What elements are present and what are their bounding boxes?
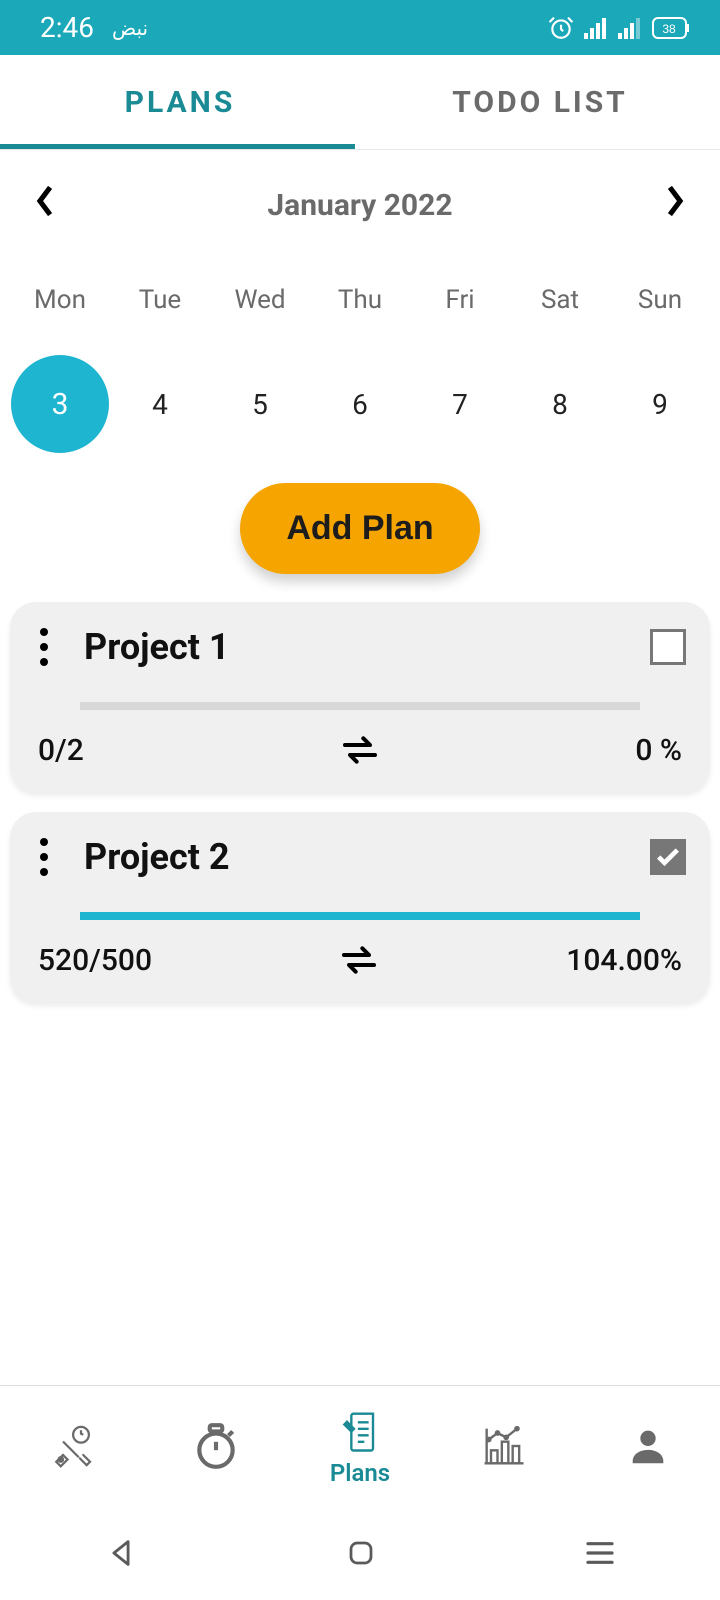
tab-todo-label: TODO LIST (452, 85, 628, 120)
add-plan-label: Add Plan (286, 509, 433, 547)
add-plan-container: Add Plan (0, 473, 720, 596)
weekday-fri: Fri (410, 285, 510, 315)
date-cell[interactable]: 5 (210, 355, 310, 453)
status-right: 38 (548, 15, 690, 41)
top-tabs: PLANS TODO LIST (0, 55, 720, 150)
month-selector: January 2022 (0, 150, 720, 227)
tab-plans-label: PLANS (125, 85, 236, 120)
repeat-icon[interactable] (340, 730, 380, 770)
date-cell[interactable]: 7 (410, 355, 510, 453)
date-5: 5 (211, 355, 309, 453)
progress-bar (80, 912, 640, 920)
nav-plans-active[interactable]: Plans (288, 1386, 432, 1505)
project-card: Project 2 520/500 104.00% (10, 812, 710, 1002)
date-cell[interactable]: 8 (510, 355, 610, 453)
sys-home-button[interactable] (346, 1538, 376, 1568)
date-7: 7 (411, 355, 509, 453)
card-header: Project 2 (34, 836, 686, 878)
tab-plans[interactable]: PLANS (0, 55, 360, 149)
signal-icon (584, 17, 608, 39)
weekday-thu: Thu (310, 285, 410, 315)
card-footer: 0/2 0 % (34, 730, 686, 770)
date-3-selected: 3 (11, 355, 109, 453)
nav-timer[interactable] (144, 1386, 288, 1505)
weekday-sun: Sun (610, 285, 710, 315)
tab-todo-list[interactable]: TODO LIST (360, 55, 720, 149)
signal-icon-2 (618, 17, 642, 39)
add-plan-button[interactable]: Add Plan (240, 483, 479, 574)
date-9: 9 (611, 355, 709, 453)
progress-bar (80, 702, 640, 710)
prev-month-button[interactable] (34, 184, 56, 227)
status-app-label: نبض (112, 16, 148, 40)
next-month-button[interactable] (664, 184, 686, 227)
dates-row: 3 4 5 6 7 8 9 (0, 315, 720, 473)
more-options-icon[interactable] (34, 838, 58, 876)
project-card: Project 1 0/2 0 % (10, 602, 710, 792)
card-footer: 520/500 104.00% (34, 940, 686, 980)
date-cell[interactable]: 9 (610, 355, 710, 453)
system-nav (0, 1505, 720, 1600)
date-cell[interactable]: 3 (10, 355, 110, 453)
weekday-sat: Sat (510, 285, 610, 315)
alarm-icon (548, 15, 574, 41)
weekday-wed: Wed (210, 285, 310, 315)
nav-plans-label: Plans (330, 1459, 390, 1487)
date-cell[interactable]: 4 (110, 355, 210, 453)
more-options-icon[interactable] (34, 628, 58, 666)
date-6: 6 (311, 355, 409, 453)
weekday-mon: Mon (10, 285, 110, 315)
sys-back-button[interactable] (104, 1536, 138, 1570)
weekday-tue: Tue (110, 285, 210, 315)
date-8: 8 (511, 355, 609, 453)
date-4: 4 (111, 355, 209, 453)
nav-tools[interactable] (0, 1386, 144, 1505)
status-bar: 2:46 نبض 38 (0, 0, 720, 55)
weekday-row: Mon Tue Wed Thu Fri Sat Sun (0, 227, 720, 315)
month-title: January 2022 (267, 188, 452, 223)
progress-counter: 0/2 (38, 733, 84, 768)
bottom-nav: Plans (0, 1385, 720, 1505)
nav-profile[interactable] (576, 1386, 720, 1505)
project-checkbox[interactable] (650, 629, 686, 665)
project-checkbox-checked[interactable] (650, 839, 686, 875)
svg-text:38: 38 (662, 22, 676, 36)
progress-percent: 104.00% (566, 943, 682, 978)
progress-counter: 520/500 (38, 943, 152, 978)
status-time: 2:46 (40, 11, 94, 44)
project-title: Project 2 (84, 836, 230, 878)
nav-stats[interactable] (432, 1386, 576, 1505)
progress-fill (80, 912, 640, 920)
project-title: Project 1 (84, 626, 230, 668)
date-cell[interactable]: 6 (310, 355, 410, 453)
card-header: Project 1 (34, 626, 686, 668)
sys-recent-button[interactable] (584, 1539, 616, 1567)
status-left: 2:46 نبض (40, 11, 148, 44)
progress-percent: 0 % (635, 733, 682, 768)
repeat-icon[interactable] (339, 940, 379, 980)
battery-icon: 38 (652, 17, 690, 39)
